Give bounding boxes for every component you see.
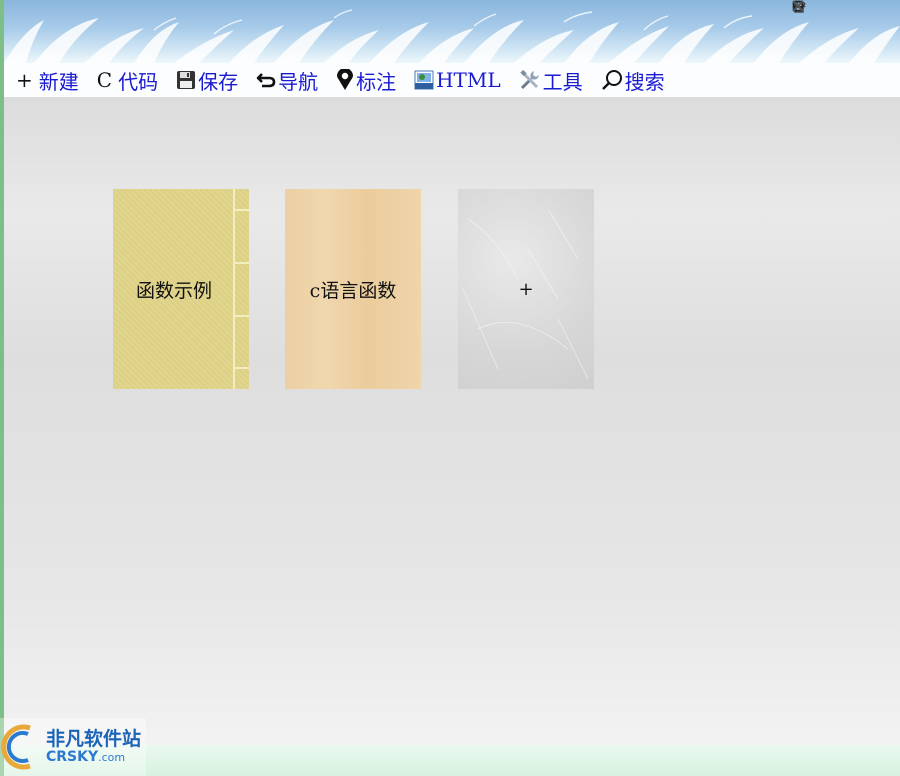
crsky-watermark: 非凡软件站 CRSKY.com <box>0 718 146 776</box>
toolbar-mark-button[interactable]: 标注 <box>336 66 396 95</box>
toolbar-mark-label: 标注 <box>356 69 397 94</box>
grass-decoration <box>4 9 900 63</box>
c-code-icon: C <box>96 68 113 92</box>
maximize-icon[interactable] <box>792 0 876 16</box>
shirt-icon[interactable] <box>792 0 832 16</box>
toolbar-tools-label: 工具 <box>542 69 583 94</box>
floppy-disk-icon <box>176 70 196 90</box>
toolbar-new-button[interactable]: + 新建 <box>16 66 79 95</box>
notebook-title: c语言函数 <box>309 279 397 302</box>
main-toolbar: + 新建 C 代码 保存 导航 标注 HTML 工具 搜索 <box>4 63 900 97</box>
toolbar-save-label: 保存 <box>198 69 239 94</box>
watermark-en: CRSKY.com <box>46 748 126 765</box>
plus-icon: + <box>16 68 33 92</box>
notebook-title: 函数示例 <box>135 279 212 302</box>
toolbar-tools-button[interactable]: 工具 <box>519 66 583 95</box>
window-controls <box>792 0 898 16</box>
search-icon <box>601 69 623 91</box>
toolbar-code-label: 代码 <box>118 69 159 94</box>
toolbar-navigate-label: 导航 <box>278 69 319 94</box>
notebook-card-function-examples[interactable]: 函数示例 <box>113 189 249 389</box>
notebook-card-c-functions[interactable]: c语言函数 <box>285 189 421 389</box>
notebook-shelf: 函数示例 c语言函数 + <box>4 97 900 745</box>
toolbar-save-button[interactable]: 保存 <box>176 66 238 95</box>
toolbar-search-label: 搜索 <box>624 69 665 94</box>
tools-icon <box>519 69 541 91</box>
toolbar-new-label: 新建 <box>38 69 79 94</box>
add-notebook-button[interactable]: + <box>458 189 594 389</box>
toolbar-search-button[interactable]: 搜索 <box>601 66 665 95</box>
book-binding-spine <box>233 189 249 389</box>
html-file-icon <box>414 70 434 90</box>
watermark-cn: 非凡软件站 <box>46 727 142 750</box>
crsky-logo-icon <box>1 724 31 770</box>
close-icon[interactable] <box>792 0 898 16</box>
minimize-icon[interactable] <box>793 0 854 16</box>
toolbar-html-button[interactable]: HTML <box>414 68 501 92</box>
toolbar-html-label: HTML <box>436 68 501 92</box>
toolbar-code-button[interactable]: C 代码 <box>97 66 158 95</box>
header-banner <box>4 0 900 63</box>
undo-arrow-icon <box>256 71 276 89</box>
map-pin-icon <box>336 69 354 91</box>
add-notebook-plus-icon: + <box>518 278 534 300</box>
toolbar-navigate-button[interactable]: 导航 <box>256 66 318 95</box>
